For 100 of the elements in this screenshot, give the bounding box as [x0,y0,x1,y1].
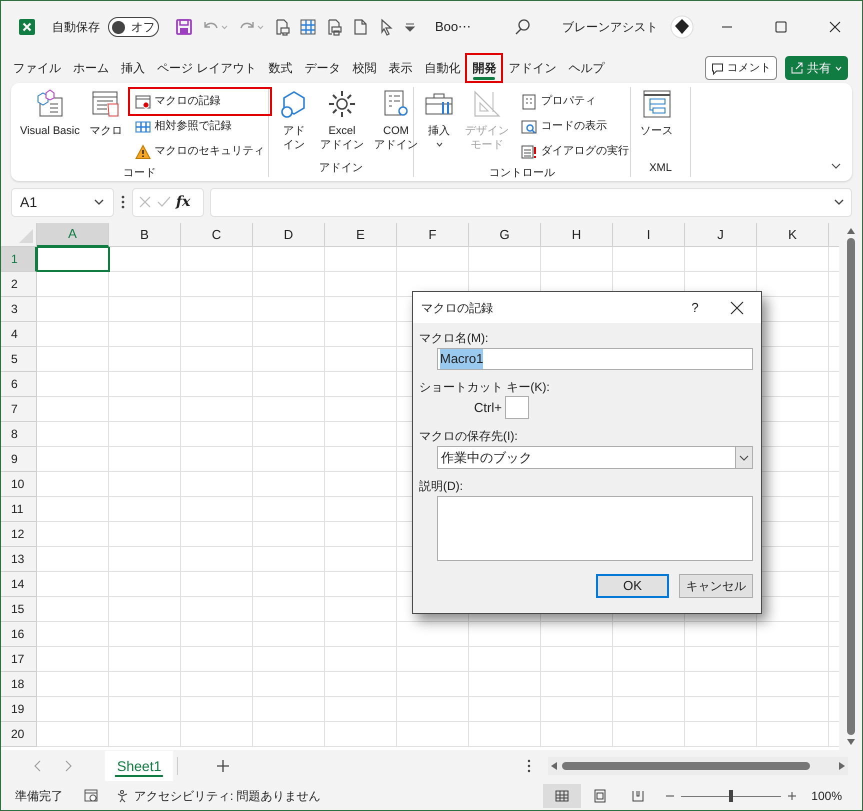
shortcut-key-field[interactable] [504,396,529,419]
row-header[interactable]: 4 [1,322,37,347]
vertical-scrollbar-thumb[interactable] [846,238,854,735]
ribbon-button[interactable]: マクロの記録 [130,89,270,114]
ribbon-button[interactable]: ソース [637,87,676,138]
zoom-in-icon[interactable] [787,791,798,801]
more-options-icon[interactable] [526,759,532,773]
insert-function-button[interactable]: fx [176,192,190,212]
row-header[interactable]: 11 [1,497,37,522]
column-header[interactable]: C [181,223,253,247]
row-header[interactable]: 16 [1,622,37,647]
cancel-button[interactable]: キャンセル [679,574,753,598]
description-field[interactable] [437,496,753,561]
store-location-dropdown[interactable]: 作業中のブック [437,446,753,469]
spreadsheet-logo-icon [18,18,36,36]
ribbon-tab[interactable]: ページ レイアウト [151,54,262,82]
column-header[interactable]: H [541,223,613,247]
ribbon-tab[interactable]: データ [298,54,346,82]
column-header[interactable]: G [469,223,541,247]
row-header[interactable]: 18 [1,672,37,697]
collapse-ribbon-icon[interactable] [830,161,842,171]
ok-button[interactable]: OK [596,574,669,598]
column-header[interactable]: F [397,223,469,247]
row-header[interactable]: 15 [1,597,37,622]
ribbon-button[interactable]: 相対参照で記録 [130,114,270,139]
column-header[interactable]: K [757,223,829,247]
row-header[interactable]: 20 [1,722,37,747]
row-header[interactable]: 2 [1,272,37,297]
ribbon-tab[interactable]: ホーム [67,54,115,82]
scroll-up-icon[interactable] [846,227,856,235]
add-sheet-icon[interactable] [216,759,230,773]
name-box[interactable]: A1 [11,188,114,216]
more-options-icon[interactable] [120,194,126,210]
row-header[interactable]: 9 [1,447,37,472]
ribbon-button[interactable]: ダイアログの実行 [516,139,634,164]
column-header[interactable]: A [37,223,109,247]
avatar-icon[interactable] [670,15,694,39]
sheet-tab[interactable]: Sheet1 [105,751,174,781]
row-header[interactable]: 5 [1,347,37,372]
properties-icon [521,94,537,110]
view-button[interactable] [543,784,582,808]
macro-record-icon[interactable] [83,788,99,804]
scroll-down-icon[interactable] [846,738,856,746]
file-name: Boo⋯ [435,18,472,36]
column-header[interactable]: D [253,223,325,247]
ribbon-tab[interactable]: 挿入 [115,54,151,82]
autosave-toggle[interactable]: オフ [108,17,159,37]
help-button[interactable]: ? [673,298,717,318]
ribbon-button[interactable]: Visual Basic [17,87,83,138]
scroll-left-icon[interactable] [550,761,558,771]
check-icon[interactable] [157,195,171,209]
ribbon-tab[interactable]: 開発 [466,54,502,82]
selected-cell[interactable] [37,247,110,272]
ribbon-button[interactable]: プロパティ [516,89,634,114]
ribbon-tab[interactable]: ヘルプ [562,54,610,82]
scroll-right-icon[interactable] [838,761,846,771]
row-header[interactable]: 13 [1,547,37,572]
row-header[interactable]: 12 [1,522,37,547]
comment-button[interactable]: コメント [705,56,777,80]
row-header[interactable]: 7 [1,397,37,422]
row-header[interactable]: 6 [1,372,37,397]
row-header[interactable]: 3 [1,297,37,322]
zoom-level[interactable]: 100% [811,787,842,805]
ribbon-tab[interactable]: 校閲 [346,54,382,82]
ribbon-tab[interactable]: 自動化 [418,54,466,82]
normal-view-icon [555,789,570,803]
record-icon [134,94,151,110]
macro-name-field[interactable]: Macro1 [437,348,753,370]
grid-icon[interactable] [299,18,317,36]
row-header[interactable]: 19 [1,697,37,722]
ribbon-button[interactable]: Excel アドイン [317,87,367,152]
column-header[interactable]: E [325,223,397,247]
ribbon-button[interactable]: アド イン [275,87,313,152]
group-label: XML [649,161,672,176]
formula-input[interactable] [210,188,852,216]
search-icon[interactable] [514,18,532,36]
column-header[interactable]: J [685,223,757,247]
ribbon-tab[interactable]: 数式 [262,54,298,82]
ribbon-button[interactable]: マクロのセキュリティ [130,139,270,164]
ribbon-button[interactable]: 挿入 [420,87,458,149]
ribbon-tab[interactable]: アドイン [502,54,562,82]
expand-icon[interactable] [833,197,845,207]
accessibility-button[interactable]: アクセシビリティ: 問題ありません [117,787,321,805]
dialog-icon [521,144,537,160]
share-button[interactable]: 共有 [785,56,848,80]
column-header[interactable]: B [109,223,181,247]
ribbon-tab[interactable]: 表示 [382,54,418,82]
ribbon-button[interactable]: コードの表示 [516,114,634,139]
row-header[interactable]: 8 [1,422,37,447]
row-header[interactable]: 17 [1,647,37,672]
zoom-slider-thumb[interactable] [729,790,734,802]
ribbon-button[interactable]: COM アドイン [371,87,421,152]
horizontal-scrollbar-thumb[interactable] [562,762,810,770]
ribbon-button[interactable]: マクロ [86,87,126,138]
row-header[interactable]: 10 [1,472,37,497]
row-header[interactable]: 1 [1,247,37,272]
column-header[interactable]: I [613,223,685,247]
row-header[interactable]: 14 [1,572,37,597]
save-icon[interactable] [175,18,193,36]
ribbon-tab[interactable]: ファイル [7,54,67,82]
